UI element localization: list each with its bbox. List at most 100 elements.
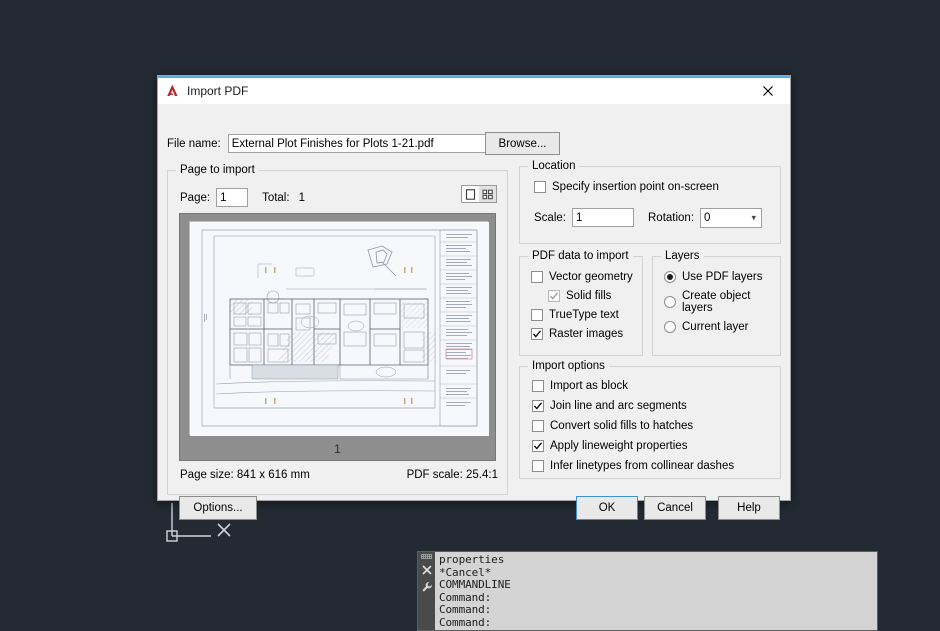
checkbox-icon bbox=[532, 440, 544, 452]
radio-icon bbox=[664, 271, 676, 283]
file-name-input[interactable]: External Plot Finishes for Plots 1-21.pd… bbox=[227, 134, 493, 153]
checkbox-icon bbox=[531, 271, 543, 283]
import-options-group: Import options Import as block Join line… bbox=[519, 360, 781, 480]
command-line: Command: bbox=[439, 603, 492, 617]
specify-insertion-point-checkbox[interactable]: Specify insertion point on-screen bbox=[534, 181, 719, 193]
checkbox-solid-fills[interactable]: Solid fills bbox=[548, 290, 633, 302]
pdf-data-title: PDF data to import bbox=[528, 250, 633, 262]
autocad-a-logo-icon bbox=[164, 83, 180, 99]
help-button[interactable]: Help bbox=[718, 496, 780, 520]
page-label: Page: bbox=[180, 191, 211, 204]
file-name-row: File name: External Plot Finishes for Pl… bbox=[167, 134, 493, 153]
wrench-icon[interactable] bbox=[419, 579, 434, 594]
view-mode-toggle bbox=[461, 185, 497, 203]
rotation-label: Rotation: bbox=[648, 212, 695, 224]
command-line: properties bbox=[439, 553, 505, 566]
preview-page-number: 1 bbox=[334, 442, 341, 456]
layers-title: Layers bbox=[661, 250, 704, 262]
checkbox-icon bbox=[531, 328, 543, 340]
close-icon[interactable] bbox=[419, 562, 434, 577]
command-window-rail bbox=[418, 552, 435, 630]
import-pdf-dialog: Import PDF File name: External Plot Fini… bbox=[157, 75, 791, 520]
layers-group: Layers Use PDF layers Create object laye… bbox=[652, 250, 781, 356]
pdf-preview[interactable]: 1 bbox=[179, 213, 496, 461]
checkbox-label: Join line and arc segments bbox=[550, 400, 687, 412]
autocad-desktop: Import PDF File name: External Plot Fini… bbox=[0, 0, 940, 631]
page-size-row: Page size: 841 x 616 mm PDF scale: 25.4:… bbox=[180, 469, 498, 481]
specify-insertion-point-label: Specify insertion point on-screen bbox=[552, 181, 719, 193]
checkbox-infer-linetypes-from-collinear-dashes[interactable]: Infer linetypes from collinear dashes bbox=[532, 460, 734, 472]
cancel-button[interactable]: Cancel bbox=[644, 496, 706, 520]
scale-row: Scale: 1 bbox=[534, 208, 634, 227]
options-button[interactable]: Options... bbox=[179, 496, 257, 520]
close-icon[interactable] bbox=[746, 76, 790, 105]
page-size-label: Page size: bbox=[180, 469, 234, 481]
checkbox-label: Convert solid fills to hatches bbox=[550, 420, 694, 432]
rotation-row: Rotation: 0 ▾ bbox=[648, 208, 763, 228]
checkbox-icon bbox=[532, 420, 544, 432]
page-to-import-group: Page to import Page: 1 Total: 1 1 Page s… bbox=[167, 164, 508, 495]
page-size-text: Page size: 841 x 616 mm bbox=[180, 469, 310, 481]
checkbox-raster-images[interactable]: Raster images bbox=[531, 328, 633, 340]
browse-button[interactable]: Browse... bbox=[485, 132, 560, 155]
page-size-value: 841 x 616 mm bbox=[236, 469, 310, 481]
file-name-label: File name: bbox=[167, 137, 221, 150]
radio-label: Current layer bbox=[682, 321, 749, 333]
pdf-scale-text: PDF scale: 25.4:1 bbox=[407, 469, 498, 481]
checkbox-join-line-and-arc-segments[interactable]: Join line and arc segments bbox=[532, 400, 734, 412]
radio-current-layer[interactable]: Current layer bbox=[664, 321, 780, 333]
radio-label: Create object layers bbox=[682, 290, 751, 314]
radio-use-pdf-layers[interactable]: Use PDF layers bbox=[664, 271, 780, 283]
site-plan-drawing bbox=[190, 222, 489, 436]
checkbox-label: Import as block bbox=[550, 380, 628, 392]
checkbox-label: Apply lineweight properties bbox=[550, 440, 688, 452]
command-history[interactable]: properties *Cancel* COMMANDLINE Command:… bbox=[435, 552, 877, 630]
checkbox-icon bbox=[532, 460, 544, 472]
command-line: COMMANDLINE bbox=[439, 578, 511, 592]
location-group: Location Specify insertion point on-scre… bbox=[519, 160, 781, 244]
checkbox-apply-lineweight-properties[interactable]: Apply lineweight properties bbox=[532, 440, 734, 452]
checkbox-icon bbox=[548, 290, 560, 302]
checkbox-icon bbox=[532, 400, 544, 412]
rotation-dropdown[interactable]: 0 ▾ bbox=[700, 208, 763, 228]
page-number-row: Page: 1 Total: 1 bbox=[180, 188, 305, 207]
checkbox-label: Solid fills bbox=[566, 290, 612, 302]
pdf-data-list: Vector geometry Solid fills TrueType tex… bbox=[531, 271, 633, 347]
checkbox-label: Infer linetypes from collinear dashes bbox=[550, 460, 735, 472]
dialog-body: File name: External Plot Finishes for Pl… bbox=[158, 104, 790, 520]
radio-label: Use PDF layers bbox=[682, 271, 763, 283]
checkbox-label: TrueType text bbox=[549, 309, 619, 321]
radio-icon bbox=[664, 321, 676, 333]
radio-icon bbox=[664, 296, 676, 308]
rotation-value: 0 bbox=[704, 212, 711, 224]
command-window: properties *Cancel* COMMANDLINE Command:… bbox=[417, 551, 878, 631]
pdf-scale-label: PDF scale: bbox=[406, 469, 463, 481]
import-options-list: Import as block Join line and arc segmen… bbox=[532, 380, 734, 480]
drag-grip-icon[interactable] bbox=[421, 554, 432, 559]
page-to-import-title: Page to import bbox=[176, 164, 259, 176]
ok-button[interactable]: OK bbox=[576, 496, 638, 520]
dialog-title: Import PDF bbox=[187, 83, 249, 98]
checkbox-convert-solid-fills-to-hatches[interactable]: Convert solid fills to hatches bbox=[532, 420, 734, 432]
checkbox-truetype-text[interactable]: TrueType text bbox=[531, 309, 633, 321]
radio-create-object-layers[interactable]: Create object layers bbox=[664, 290, 780, 314]
total-label: Total: bbox=[262, 191, 290, 204]
dialog-titlebar[interactable]: Import PDF bbox=[158, 76, 790, 104]
grid-view-icon[interactable] bbox=[479, 186, 496, 202]
location-title: Location bbox=[528, 160, 580, 172]
checkbox-icon bbox=[534, 181, 546, 193]
import-options-title: Import options bbox=[528, 360, 609, 372]
command-line: Command: bbox=[439, 590, 492, 604]
chevron-down-icon: ▾ bbox=[751, 212, 757, 223]
checkbox-icon bbox=[531, 309, 543, 321]
pdf-data-to-import-group: PDF data to import Vector geometry Solid… bbox=[519, 250, 643, 356]
single-page-view-icon[interactable] bbox=[462, 186, 479, 202]
scale-input[interactable]: 1 bbox=[571, 208, 634, 227]
page-input[interactable]: 1 bbox=[216, 188, 249, 207]
checkbox-vector-geometry[interactable]: Vector geometry bbox=[531, 271, 633, 283]
command-line: Command: bbox=[439, 615, 492, 629]
checkbox-import-as-block[interactable]: Import as block bbox=[532, 380, 734, 392]
checkbox-label: Vector geometry bbox=[549, 271, 633, 283]
layers-list: Use PDF layers Create object layers Curr… bbox=[664, 271, 780, 340]
radio-dot bbox=[667, 274, 673, 280]
